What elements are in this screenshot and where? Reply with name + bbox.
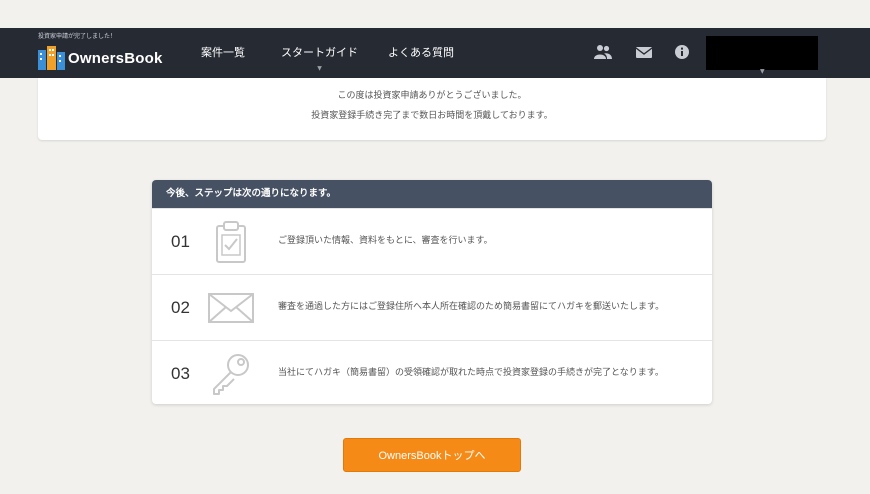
next-steps-panel: 今後、ステップは次の通りになります。 01 ご登録頂いた情報、資料をもとに、審査… [152,180,712,404]
confirmation-message-line1: この度は投資家申請ありがとうございました。 [337,91,527,101]
envelope-icon [208,293,254,323]
nav-item-projects[interactable]: 案件一覧 [201,28,245,78]
step-number: 02 [171,298,190,317]
building-logo-icon [38,46,65,70]
next-steps-title: 今後、ステップは次の通りになります。 [152,180,712,208]
step-description: 当社にてハガキ（簡易書留）の受領確認が取れた時点で投資家登録の手続きが完了となり… [278,368,664,378]
mail-icon[interactable] [635,44,653,60]
brand-logo[interactable]: OwnersBook [38,46,163,70]
brand-name: OwnersBook [68,49,163,67]
nav-item-start-guide[interactable]: スタートガイド ▼ [281,28,358,78]
nav-item-label: よくある質問 [388,46,454,59]
step-number: 03 [171,364,190,383]
account-menu[interactable] [706,36,818,70]
clipboard-check-icon [216,221,246,263]
navbar: 投資家申請が完了しました！ OwnersBook 案件一覧 スタートガイド ▼ [0,28,870,78]
nav-item-label: 案件一覧 [201,46,245,59]
confirmation-message-line2: 投資家登録手続き完了まで数日お時間を頂戴しております。 [311,111,553,121]
page-top-strip [0,0,870,28]
chevron-down-icon: ▼ [317,65,322,72]
key-icon [213,354,249,395]
step-description: 審査を通過した方にはご登録住所へ本人所在確認のため簡易書留にてハガキを郵送いたし… [278,302,665,312]
step-description: ご登録頂いた情報、資料をもとに、審査を行います。 [278,236,493,246]
users-icon[interactable] [594,44,612,60]
ownersbook-top-button[interactable]: OwnersBookトップへ [343,438,521,472]
step-item: 01 ご登録頂いた情報、資料をもとに、審査を行います。 [152,208,712,274]
step-item: 02 審査を通過した方にはご登録住所へ本人所在確認のため簡易書留にてハガキを郵送… [152,274,712,340]
nav-item-faq[interactable]: よくある質問 [388,28,454,78]
nav-item-label: スタートガイド [281,46,358,59]
info-icon[interactable] [674,44,692,60]
confirmation-message-card: この度は投資家申請ありがとうございました。 投資家登録手続き完了まで数日お時間を… [38,78,826,140]
step-number: 01 [171,232,190,251]
brand-tagline: 投資家申請が完了しました！ [38,33,117,40]
chevron-down-icon: ▼ [760,68,765,75]
step-item: 03 当社にてハガキ（簡易書留）の受領確認が取れた時点で投資家登録の手続きが完了… [152,340,712,404]
